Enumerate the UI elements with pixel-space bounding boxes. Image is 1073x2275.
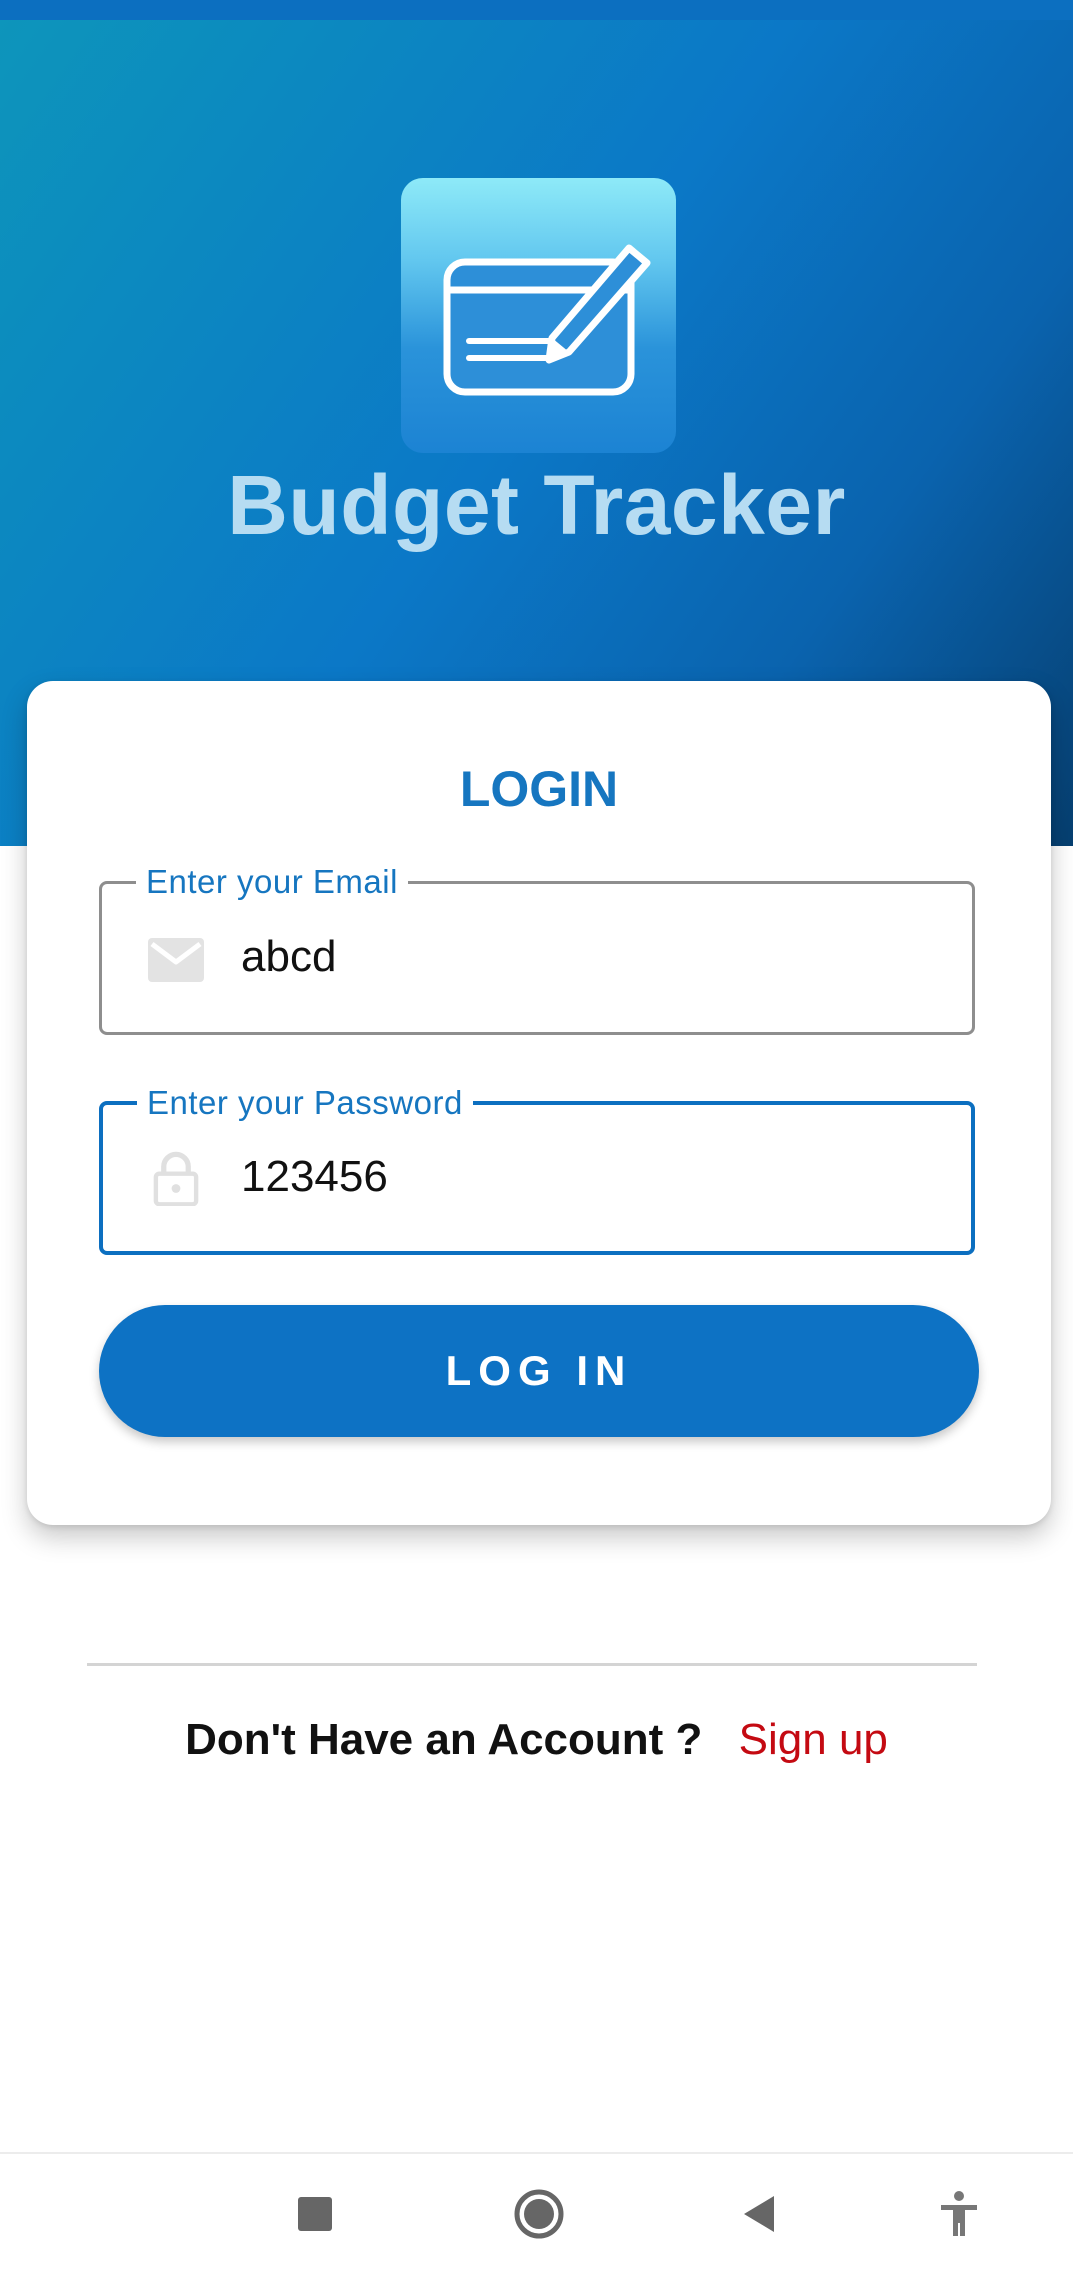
app-logo — [401, 178, 676, 453]
status-bar — [0, 0, 1073, 20]
navigation-bar — [0, 2152, 1073, 2275]
divider — [87, 1663, 977, 1666]
password-field[interactable]: Enter your Password 123456 — [99, 1081, 975, 1255]
recents-square-icon[interactable] — [285, 2184, 345, 2244]
email-input[interactable]: abcd — [241, 929, 336, 985]
email-field[interactable]: Enter your Email abcd — [99, 860, 975, 1035]
signup-row: Don't Have an Account ? Sign up — [0, 1710, 1073, 1770]
mail-icon — [148, 938, 204, 982]
login-card: LOGIN Enter your Email abcd Enter your P… — [27, 681, 1051, 1525]
lock-icon — [153, 1151, 199, 1206]
email-field-label: Enter your Email — [136, 860, 408, 904]
password-input[interactable]: 123456 — [241, 1149, 388, 1205]
home-circle-icon[interactable] — [509, 2184, 569, 2244]
login-button[interactable]: LOG IN — [99, 1305, 979, 1437]
login-title: LOGIN — [459, 761, 619, 817]
card-pencil-icon — [443, 244, 651, 396]
signup-prompt: Don't Have an Account ? — [185, 1715, 703, 1764]
signup-link[interactable]: Sign up — [739, 1715, 888, 1764]
password-field-label: Enter your Password — [137, 1081, 473, 1125]
back-triangle-icon[interactable] — [730, 2184, 790, 2244]
app-title: Budget Tracker — [227, 458, 846, 552]
accessibility-icon[interactable] — [929, 2184, 989, 2244]
